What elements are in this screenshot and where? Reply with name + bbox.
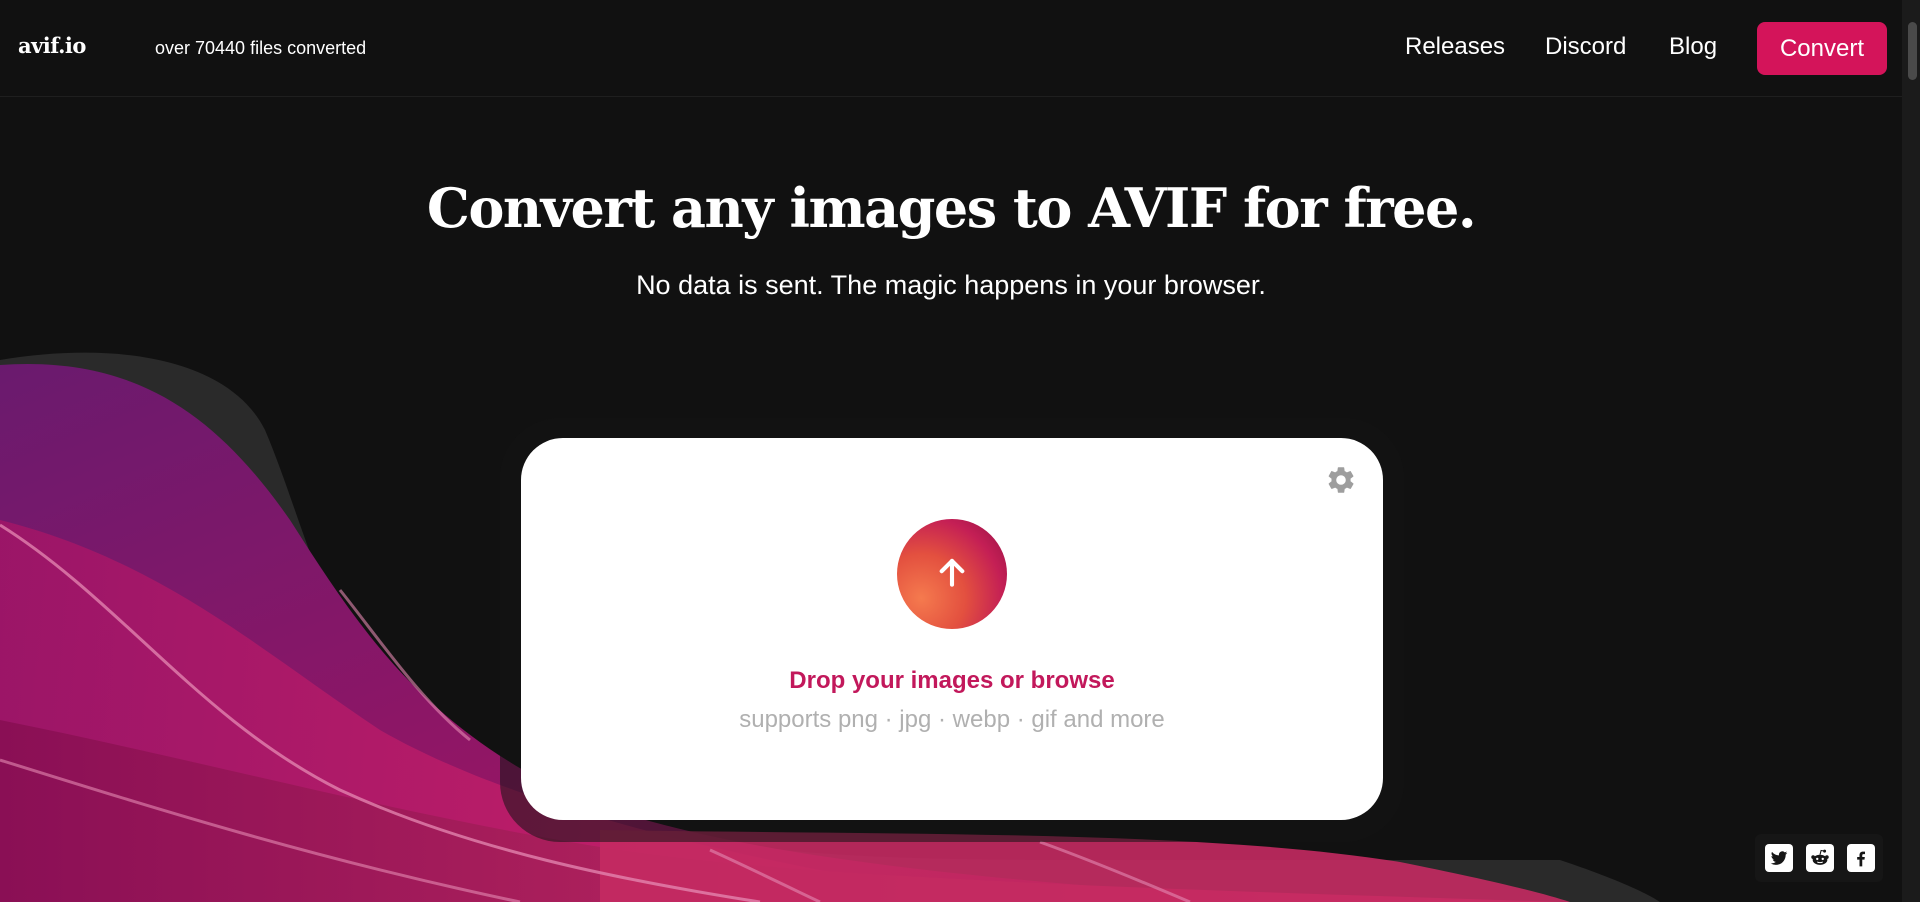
convert-button[interactable]: Convert — [1757, 22, 1887, 75]
files-converted-counter: over 70440 files converted — [155, 38, 367, 58]
page: avif.io over 70440 files converted Relea… — [0, 0, 1920, 902]
page-subheadline: No data is sent. The magic happens in yo… — [636, 270, 1266, 300]
upload-button[interactable] — [897, 519, 1007, 629]
twitter-icon[interactable] — [1765, 844, 1793, 872]
top-header: avif.io over 70440 files converted Relea… — [0, 0, 1902, 97]
supported-formats: supports png · jpg · webp · gif and more — [739, 706, 1165, 733]
nav-link-releases[interactable]: Releases — [1405, 33, 1505, 61]
nav-link-blog[interactable]: Blog — [1669, 33, 1717, 61]
gear-icon[interactable] — [1325, 464, 1357, 496]
drop-label: Drop your images or — [789, 667, 1031, 694]
page-headline: Convert any images to AVIF for free. — [426, 176, 1477, 240]
browse-link[interactable]: browse — [1031, 667, 1115, 694]
page-scrollbar[interactable] — [1902, 0, 1920, 902]
nav-link-discord[interactable]: Discord — [1545, 33, 1626, 61]
social-links — [1755, 834, 1883, 882]
facebook-icon[interactable] — [1847, 844, 1875, 872]
arrow-up-icon — [933, 553, 971, 596]
reddit-icon[interactable] — [1806, 844, 1834, 872]
drop-instruction: Drop your images or browse — [521, 667, 1383, 695]
scrollbar-thumb[interactable] — [1908, 22, 1917, 80]
image-dropzone[interactable]: Drop your images or browse supports png … — [521, 438, 1383, 820]
site-logo[interactable]: avif.io — [18, 33, 86, 58]
